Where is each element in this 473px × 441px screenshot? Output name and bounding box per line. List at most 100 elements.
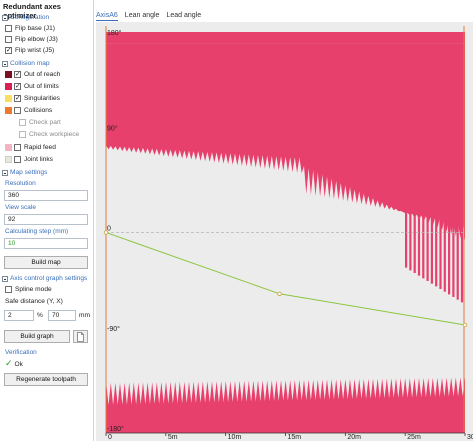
checkbox-box[interactable] [5,25,12,32]
collision-map-section-header[interactable]: Collision map [2,60,50,67]
flip-wrist-checkbox[interactable]: Flip wrist (J5) [5,46,55,54]
checkbox-box[interactable] [19,119,26,126]
axis-control-section-header[interactable]: Axis control graph settings [2,275,87,282]
resolution-label: Resolution [5,180,36,187]
color-swatch[interactable] [5,156,12,163]
collapse-icon[interactable] [2,60,8,67]
section-label: Map settings [10,169,48,176]
settings-panel: Redundant axes optimizer Configuration F… [0,0,94,441]
checkbox-label: Flip wrist (J5) [15,47,55,54]
limits-stripe [417,109,421,276]
color-swatch[interactable] [5,71,12,78]
joint-links-checkbox[interactable]: Joint links [5,156,53,163]
limits-stripe [422,109,425,279]
calc-step-input[interactable]: 10 [4,238,88,249]
y-tick-label: -90° [107,325,120,333]
configuration-section-header[interactable]: Configuration [2,14,49,21]
x-tick-label: 0 [108,434,112,441]
x-tick-label: 30m [467,434,473,441]
regenerate-toolpath-button[interactable]: Regenerate toolpath [4,373,88,386]
out-of-reach-checkbox[interactable]: Out of reach [5,70,61,78]
checkbox-box[interactable] [19,131,26,138]
y-tick-label: 180° [107,29,122,37]
checkbox-label: Out of reach [24,71,61,78]
checkbox-box[interactable] [5,46,12,54]
checkbox-label: Check workpiece [29,131,80,138]
y-tick-label: 0 [107,226,111,233]
checkbox-box[interactable] [5,286,12,293]
checkbox-label: Spline mode [15,286,52,293]
checkbox-box[interactable] [14,156,21,163]
app-window: Redundant axes optimizer Configuration F… [0,0,473,441]
y-tick-label: -180° [107,425,124,433]
checkbox-box[interactable] [14,82,21,90]
collapse-icon[interactable] [2,14,8,21]
document-icon [77,332,84,342]
checkbox-label: Check part [29,119,61,126]
build-map-button[interactable]: Build map [4,256,88,269]
color-swatch[interactable] [5,83,12,90]
checkbox-box[interactable] [14,144,21,151]
check-workpiece-checkbox[interactable]: Check workpiece [19,131,79,138]
tab-axisa6[interactable]: AxisA6 [96,12,118,21]
out-of-limits-checkbox[interactable]: Out of limits [5,82,59,90]
collapse-icon[interactable] [2,275,8,282]
singularities-checkbox[interactable]: Singularities [5,94,60,102]
view-scale-label: View scale [5,204,36,211]
checkbox-label: Collisions [24,107,53,114]
color-swatch[interactable] [5,144,12,151]
map-settings-section-header[interactable]: Map settings [2,169,47,176]
limits-stripe [448,109,451,295]
document-button[interactable] [73,330,88,343]
chart-svg[interactable]: 180°90°0-90°-180°05m10m15m20m25m30m [96,22,473,441]
collisions-checkbox[interactable]: Collisions [5,107,52,114]
limits-stripe [405,109,408,268]
tab-lean-angle[interactable]: Lean angle [125,12,160,21]
collapse-icon[interactable] [2,169,8,176]
color-swatch[interactable] [5,95,12,102]
section-label: Axis control graph settings [10,275,88,282]
check-part-checkbox[interactable]: Check part [19,119,61,126]
checkmark-icon: ✓ [5,359,13,369]
chart-tabs: AxisA6 Lean angle Lead angle [96,12,208,21]
checkbox-label: Singularities [24,95,60,102]
flip-elbow-checkbox[interactable]: Flip elbow (J3) [5,36,58,43]
checkbox-label: Rapid feed [24,144,56,151]
axis-control-chart[interactable]: 180°90°0-90°-180°05m10m15m20m25m30m [96,22,473,441]
checkbox-label: Flip base (J1) [15,25,55,32]
view-scale-input[interactable]: 92 [4,214,88,225]
limits-stripe [443,109,446,292]
safe-distance-y-input[interactable]: 2 [4,310,34,321]
verification-status: ✓ Ok [5,359,23,369]
safe-distance-label: Safe distance (Y, X) [5,298,63,305]
rapid-feed-checkbox[interactable]: Rapid feed [5,144,56,151]
calc-step-label: Calculating step (mm) [5,228,69,235]
verification-status-text: Ok [14,360,23,368]
limits-stripe [413,109,416,273]
percent-unit-label: % [37,312,43,319]
checkbox-label: Out of limits [24,83,59,90]
x-tick-label: 10m [228,434,242,441]
limits-stripe [430,109,433,284]
safe-distance-x-input[interactable]: 70 [48,310,76,321]
x-tick-label: 20m [347,434,361,441]
tab-lead-angle[interactable]: Lead angle [166,12,201,21]
build-graph-button[interactable]: Build graph [4,330,70,343]
limits-stripe [460,109,464,303]
x-tick-label: 5m [168,434,178,441]
limits-stripe [435,109,438,287]
checkbox-label: Joint links [24,156,53,163]
checkbox-box[interactable] [14,70,21,78]
checkbox-box[interactable] [14,107,21,114]
limits-stripe [409,109,412,271]
resolution-input[interactable]: 360 [4,190,88,201]
color-swatch[interactable] [5,107,12,114]
limits-stripe [439,109,442,289]
x-tick-label: 25m [407,434,421,441]
checkbox-box[interactable] [14,94,21,102]
series-point [277,291,282,296]
limits-stripe [452,109,455,297]
checkbox-box[interactable] [5,36,12,43]
spline-mode-checkbox[interactable]: Spline mode [5,286,52,293]
flip-base-checkbox[interactable]: Flip base (J1) [5,25,55,32]
